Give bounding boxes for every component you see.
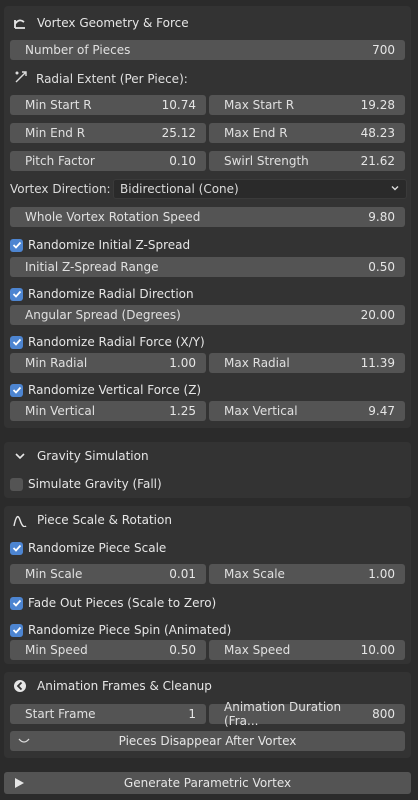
checkbox-unchecked-icon <box>10 477 23 491</box>
gravity-header[interactable]: Gravity Simulation <box>4 443 411 469</box>
checkbox-checked-icon <box>10 623 23 637</box>
randomize-z-spread-checkbox[interactable]: Randomize Initial Z-Spread <box>10 236 190 254</box>
generate-vortex-button[interactable]: Generate Parametric Vortex <box>4 772 411 794</box>
vortex-direction-row: Vortex Direction: Bidirectional (Cone) <box>10 179 407 199</box>
angular-spread-field[interactable]: Angular Spread (Degrees) 20.00 <box>10 305 405 325</box>
max-radial-field[interactable]: Max Radial 11.39 <box>209 353 405 373</box>
checkbox-checked-icon <box>10 287 23 301</box>
fade-out-checkbox[interactable]: Fade Out Pieces (Scale to Zero) <box>10 594 216 612</box>
vortex-geometry-header[interactable]: Vortex Geometry & Force <box>4 10 411 36</box>
vortex-geometry-panel: Vortex Geometry & Force Number of Pieces… <box>4 6 411 428</box>
vortex-direction-select[interactable]: Bidirectional (Cone) <box>113 179 407 199</box>
vortex-direction-label: Vortex Direction: <box>10 182 111 196</box>
scale-rotation-header[interactable]: Piece Scale & Rotation <box>4 507 411 533</box>
gravity-panel: Gravity Simulation Simulate Gravity (Fal… <box>4 442 411 498</box>
field-label: Number of Pieces <box>25 43 131 57</box>
pieces-disappear-toggle[interactable]: Pieces Disappear After Vortex <box>10 731 405 751</box>
number-of-pieces-field[interactable]: Number of Pieces 700 <box>10 40 405 60</box>
panel-title: Vortex Geometry & Force <box>37 16 189 30</box>
min-speed-field[interactable]: Min Speed 0.50 <box>10 640 206 660</box>
panel-title: Animation Frames & Cleanup <box>37 679 212 693</box>
randomize-radial-direction-checkbox[interactable]: Randomize Radial Direction <box>10 285 194 303</box>
max-speed-field[interactable]: Max Speed 10.00 <box>209 640 405 660</box>
play-icon <box>14 777 25 792</box>
panel-title: Gravity Simulation <box>37 449 149 463</box>
curve-icon <box>12 512 28 528</box>
animation-duration-field[interactable]: Animation Duration (Fra... 800 <box>209 700 405 728</box>
max-start-r-field[interactable]: Max Start R 19.28 <box>209 95 405 115</box>
min-scale-field[interactable]: Min Scale 0.01 <box>10 564 206 584</box>
max-vertical-field[interactable]: Max Vertical 9.47 <box>209 401 405 421</box>
swirl-strength-field[interactable]: Swirl Strength 21.62 <box>209 151 405 171</box>
checkbox-checked-icon <box>10 596 23 610</box>
scale-rotation-panel: Piece Scale & Rotation Randomize Piece S… <box>4 506 411 664</box>
randomize-radial-force-checkbox[interactable]: Randomize Radial Force (X/Y) <box>10 333 205 351</box>
checkbox-checked-icon <box>10 541 23 555</box>
radial-extent-icon <box>14 70 28 87</box>
simulate-gravity-checkbox[interactable]: Simulate Gravity (Fall) <box>10 475 162 493</box>
z-spread-range-field[interactable]: Initial Z-Spread Range 0.50 <box>10 257 405 277</box>
max-end-r-field[interactable]: Max End R 48.23 <box>209 123 405 143</box>
radial-extent-label: Radial Extent (Per Piece): <box>14 70 188 87</box>
panel-title: Piece Scale & Rotation <box>37 513 172 527</box>
chevron-down-icon <box>12 448 28 464</box>
start-frame-field[interactable]: Start Frame 1 <box>10 704 206 724</box>
animation-header[interactable]: Animation Frames & Cleanup <box>4 673 411 699</box>
pitch-factor-field[interactable]: Pitch Factor 0.10 <box>10 151 206 171</box>
checkbox-checked-icon <box>10 383 23 397</box>
randomize-vertical-force-checkbox[interactable]: Randomize Vertical Force (Z) <box>10 381 201 399</box>
randomize-spin-checkbox[interactable]: Randomize Piece Spin (Animated) <box>10 621 231 639</box>
smile-curve-icon <box>18 735 30 749</box>
field-value: 700 <box>372 43 395 57</box>
max-scale-field[interactable]: Max Scale 1.00 <box>209 564 405 584</box>
randomize-scale-checkbox[interactable]: Randomize Piece Scale <box>10 539 166 557</box>
checkbox-checked-icon <box>10 238 23 252</box>
min-vertical-field[interactable]: Min Vertical 1.25 <box>10 401 206 421</box>
min-radial-field[interactable]: Min Radial 1.00 <box>10 353 206 373</box>
min-start-r-field[interactable]: Min Start R 10.74 <box>10 95 206 115</box>
vortex-geometry-icon <box>12 15 28 31</box>
chevron-down-icon <box>390 182 400 196</box>
checkbox-checked-icon <box>10 335 23 349</box>
rotation-speed-field[interactable]: Whole Vortex Rotation Speed 9.80 <box>10 207 405 227</box>
animation-panel: Animation Frames & Cleanup Start Frame 1… <box>4 672 411 758</box>
min-end-r-field[interactable]: Min End R 25.12 <box>10 123 206 143</box>
clock-icon <box>12 678 28 694</box>
